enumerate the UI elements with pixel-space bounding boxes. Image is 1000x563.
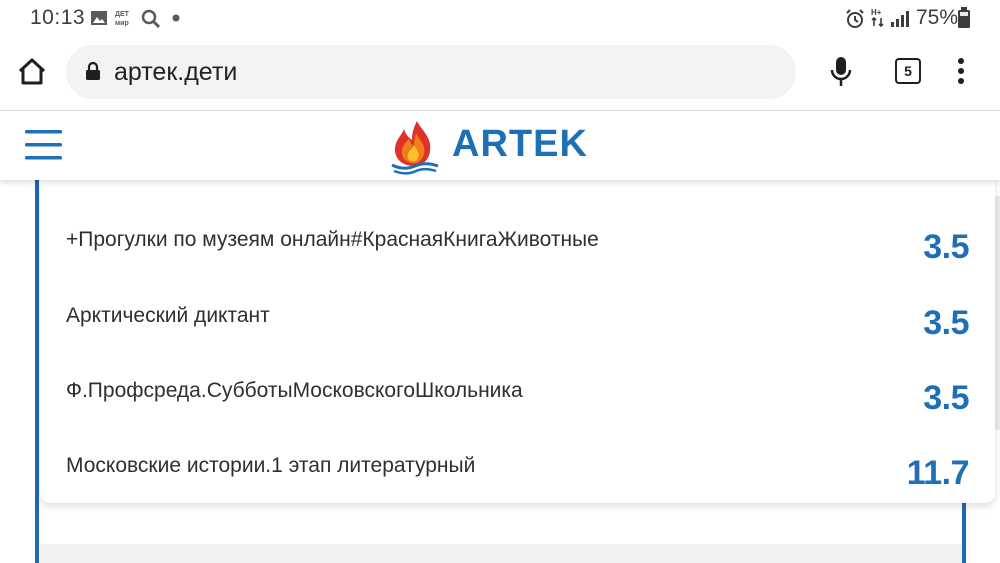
result-score: 3.5 — [923, 228, 969, 266]
address-bar[interactable]: артек.дети — [66, 45, 796, 99]
status-time: 10:13 — [30, 6, 86, 29]
result-score: 3.5 — [923, 304, 969, 342]
result-title: Ф.Профсреда.СубботыМосковскогоШкольника — [66, 379, 523, 402]
browser-toolbar: артек.дети 5 — [0, 36, 1000, 111]
next-card-edge — [40, 544, 962, 563]
timeline-rail — [35, 180, 39, 563]
image-icon — [91, 11, 107, 25]
home-icon[interactable] — [16, 56, 48, 88]
brand-name[interactable]: ARTEK — [452, 123, 588, 166]
signal-icon — [891, 11, 909, 27]
site-header: ARTEK — [0, 111, 1000, 180]
result-row: +Прогулки по музеям онлайн#КраснаяКнигаЖ… — [66, 228, 981, 288]
status-bar: 10:13 ДЕТ мир H+ 75% — [0, 0, 1000, 36]
content-area: +Прогулки по музеям онлайн#КраснаяКнигаЖ… — [0, 180, 1000, 563]
tab-switcher-button[interactable]: 5 — [895, 58, 921, 84]
svg-text:ДЕТ: ДЕТ — [115, 11, 130, 18]
mic-icon[interactable] — [828, 55, 854, 89]
data-arrows-icon: H+ — [871, 8, 884, 28]
result-score: 11.7 — [906, 454, 970, 492]
result-row: Арктический диктант 3.5 — [66, 304, 981, 364]
dot-icon — [172, 14, 180, 22]
battery-percent: 75% — [916, 6, 959, 29]
alarm-icon — [846, 9, 864, 28]
menu-icon[interactable] — [25, 128, 63, 162]
more-vert-icon[interactable] — [954, 57, 968, 87]
battery-icon — [958, 7, 970, 28]
lock-icon[interactable] — [85, 61, 101, 81]
result-title: +Прогулки по музеям онлайн#КраснаяКнигаЖ… — [66, 228, 599, 251]
result-title: Московские истории.1 этап литературный — [66, 454, 476, 477]
artek-flame-logo[interactable] — [390, 119, 440, 175]
result-score: 3.5 — [923, 379, 969, 417]
result-row: Московские истории.1 этап литературный 1… — [66, 454, 981, 514]
result-row: Ф.Профсреда.СубботыМосковскогоШкольника … — [66, 379, 981, 439]
results-card: +Прогулки по музеям онлайн#КраснаяКнигаЖ… — [40, 180, 995, 503]
url-text[interactable]: артек.дети — [114, 58, 237, 87]
result-title: Арктический диктант — [66, 304, 270, 327]
svg-text:H+: H+ — [871, 8, 882, 17]
svg-text:мир: мир — [115, 20, 129, 27]
detmir-app-icon: ДЕТ мир — [115, 11, 130, 27]
search-icon — [141, 9, 161, 29]
